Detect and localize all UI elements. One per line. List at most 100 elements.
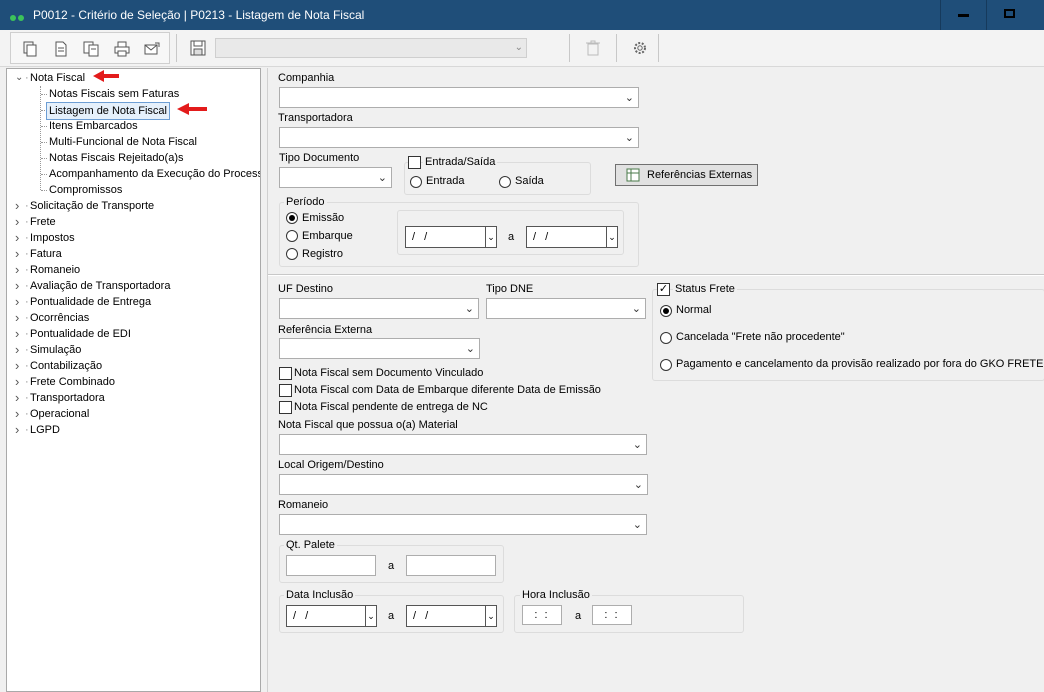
title-bar: P0012 - Critério de Seleção | P0213 - Li… <box>0 0 1044 30</box>
companhia-combo[interactable]: ⌄ <box>279 87 639 108</box>
chevron-right-icon[interactable]: › <box>15 422 23 438</box>
chevron-right-icon[interactable]: › <box>15 198 23 214</box>
uf-destino-combo[interactable]: ⌄ <box>279 298 479 319</box>
data-inclusao-from[interactable]: / / ⌄ <box>286 605 377 627</box>
tree-node[interactable]: › · Impostos <box>7 230 257 246</box>
tree-connector <box>41 126 47 127</box>
minimize-button[interactable] <box>940 0 986 30</box>
tipo-documento-combo[interactable]: ⌄ <box>279 167 392 188</box>
tree-connector: · <box>25 424 29 436</box>
chevron-right-icon[interactable]: › <box>15 278 23 294</box>
tree-connector <box>41 174 47 175</box>
chevron-right-icon[interactable]: › <box>15 310 23 326</box>
chevron-right-icon[interactable]: › <box>15 262 23 278</box>
chevron-down-icon[interactable]: ⌄ <box>485 606 496 626</box>
chevron-down-icon[interactable]: ⌄ <box>365 606 376 626</box>
embarque-radio[interactable] <box>286 230 298 242</box>
copy-document-icon[interactable] <box>83 41 99 57</box>
document-icon[interactable] <box>53 41 69 57</box>
status-cancelada-radio[interactable] <box>660 332 672 344</box>
entrada-radio[interactable] <box>410 176 422 188</box>
qt-palete-from-input[interactable] <box>286 555 376 576</box>
tree-connector: · <box>25 248 29 260</box>
tree-item[interactable]: Acompanhamento da Execução do Processo <box>7 166 260 182</box>
tree-node[interactable]: › · LGPD <box>7 422 257 438</box>
referencias-externas-button[interactable]: Referências Externas <box>615 164 758 186</box>
hora-inclusao-to[interactable]: : : <box>592 605 632 625</box>
tree-node[interactable]: › · Operacional <box>7 406 257 422</box>
referencia-externa-combo[interactable]: ⌄ <box>279 338 480 359</box>
chevron-right-icon[interactable]: › <box>15 326 23 342</box>
hora-inclusao-from[interactable]: : : <box>522 605 562 625</box>
tree-node[interactable]: › · Transportadora <box>7 390 257 406</box>
tipo-documento-label: Tipo Documento <box>279 152 360 164</box>
emissao-radio[interactable] <box>286 212 298 224</box>
local-origem-combo[interactable]: ⌄ <box>279 474 648 495</box>
status-normal-radio[interactable] <box>660 305 672 317</box>
tree-node[interactable]: › · Contabilização <box>7 358 257 374</box>
saida-radio[interactable] <box>499 176 511 188</box>
gear-icon[interactable] <box>632 40 648 56</box>
registro-radio[interactable] <box>286 248 298 260</box>
data-embarque-checkbox[interactable] <box>279 384 292 397</box>
tree-item-label: Itens Embarcados <box>49 120 138 132</box>
entrada-saida-checkbox[interactable] <box>408 156 421 169</box>
transportadora-combo[interactable]: ⌄ <box>279 127 639 148</box>
referencia-externa-label: Referência Externa <box>278 324 373 336</box>
tree-node[interactable]: › · Pontualidade de Entrega <box>7 294 257 310</box>
copy-icon[interactable] <box>22 41 38 57</box>
romaneio-combo[interactable]: ⌄ <box>279 514 647 535</box>
tree-item[interactable]: Multi-Funcional de Nota Fiscal <box>7 134 257 150</box>
periodo-date-from[interactable]: / / ⌄ <box>405 226 497 248</box>
tree-node[interactable]: › · Solicitação de Transporte <box>7 198 257 214</box>
tree-node[interactable]: › · Frete Combinado <box>7 374 257 390</box>
chevron-down-icon: ⌄ <box>631 303 641 315</box>
chevron-right-icon[interactable]: › <box>15 294 23 310</box>
data-inclusao-to[interactable]: / / ⌄ <box>406 605 497 627</box>
status-frete-checkbox[interactable]: ✓ <box>657 283 670 296</box>
uf-destino-label: UF Destino <box>278 283 334 295</box>
tree-node[interactable]: › · Fatura <box>7 246 257 262</box>
chevron-right-icon[interactable]: › <box>15 230 23 246</box>
tree-item[interactable]: Notas Fiscais Rejeitado(a)s <box>7 150 257 166</box>
chevron-down-icon[interactable]: ⌄ <box>15 70 23 86</box>
save-icon[interactable] <box>190 40 206 56</box>
tree-node[interactable]: › · Simulação <box>7 342 257 358</box>
sem-documento-checkbox[interactable] <box>279 367 292 380</box>
tree-node[interactable]: › · Avaliação de Transportadora <box>7 278 257 294</box>
filter-preset-combo[interactable]: ⌄ <box>215 38 527 58</box>
trash-icon[interactable] <box>585 40 601 56</box>
pendente-nc-checkbox[interactable] <box>279 401 292 414</box>
tree-item[interactable]: Itens Embarcados <box>7 118 257 134</box>
tree-node[interactable]: › · Frete <box>7 214 257 230</box>
chevron-right-icon[interactable]: › <box>15 342 23 358</box>
chevron-right-icon[interactable]: › <box>15 406 23 422</box>
chevron-down-icon: ⌄ <box>514 42 523 53</box>
status-pagamento-radio[interactable] <box>660 359 672 371</box>
tree-item[interactable]: Listagem de Nota Fiscal <box>7 102 257 120</box>
chevron-down-icon[interactable]: ⌄ <box>485 227 496 247</box>
chevron-right-icon[interactable]: › <box>15 214 23 230</box>
tree-node[interactable]: › · Ocorrências <box>7 310 257 326</box>
chevron-down-icon[interactable]: ⌄ <box>606 227 617 247</box>
status-frete-label: Status Frete <box>673 283 737 295</box>
chevron-right-icon[interactable]: › <box>15 390 23 406</box>
material-combo[interactable]: ⌄ <box>279 434 647 455</box>
periodo-date-to[interactable]: / / ⌄ <box>526 226 618 248</box>
chevron-right-icon[interactable]: › <box>15 246 23 262</box>
tree-item[interactable]: Compromissos <box>7 182 257 198</box>
tree-node[interactable]: › · Pontualidade de EDI <box>7 326 257 342</box>
tipo-dne-combo[interactable]: ⌄ <box>486 298 646 319</box>
chevron-right-icon[interactable]: › <box>15 358 23 374</box>
tree-node[interactable]: › · Romaneio <box>7 262 257 278</box>
tree-node-nota-fiscal[interactable]: ⌄ · Nota Fiscal <box>7 70 257 86</box>
print-icon[interactable] <box>114 41 130 57</box>
tree-item[interactable]: Notas Fiscais sem Faturas <box>7 86 257 102</box>
tree-item-label: Multi-Funcional de Nota Fiscal <box>49 136 197 148</box>
chevron-right-icon[interactable]: › <box>15 374 23 390</box>
maximize-button[interactable] <box>986 0 1032 30</box>
qt-palete-to-input[interactable] <box>406 555 496 576</box>
annotation-arrow-icon <box>93 70 119 82</box>
tree-connector: · <box>25 392 29 404</box>
export-icon[interactable] <box>144 41 160 57</box>
